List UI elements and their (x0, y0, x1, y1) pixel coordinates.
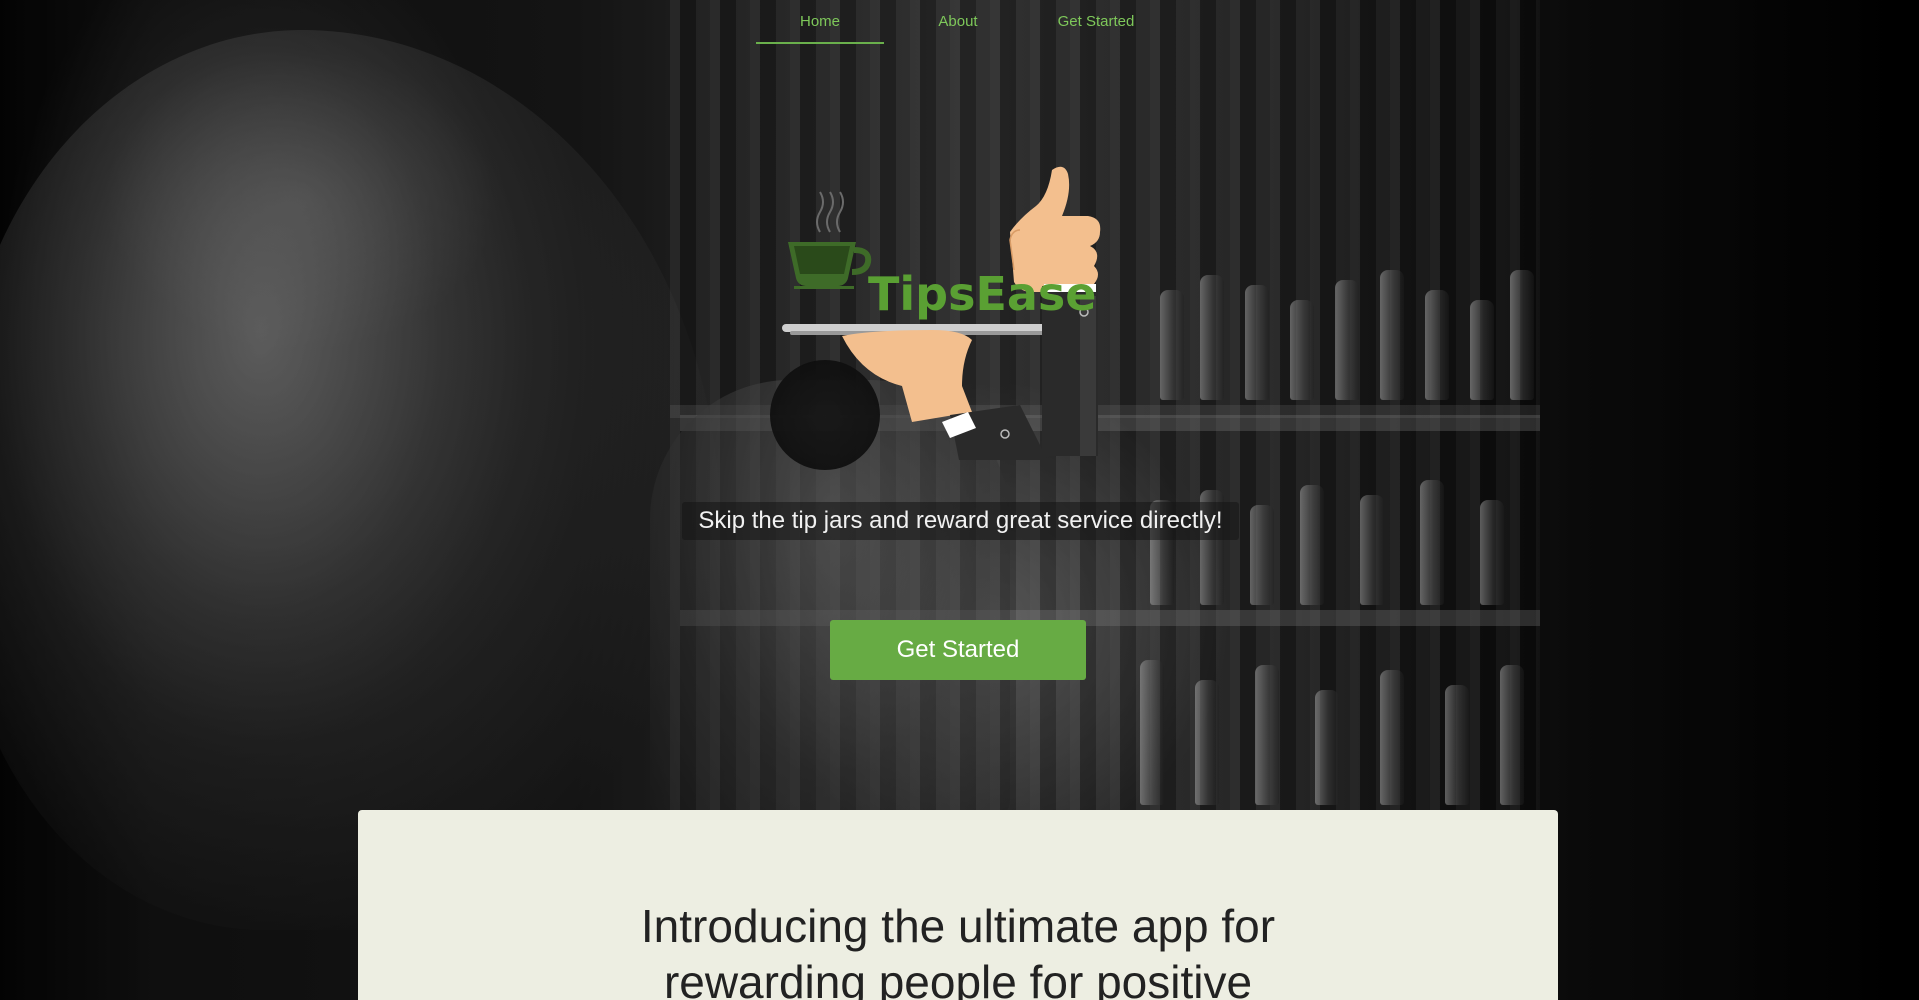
nav-item-home[interactable]: Home (756, 0, 884, 44)
nav-item-get-started[interactable]: Get Started (1032, 0, 1160, 44)
nav-items: Home About Get Started (751, 0, 1165, 48)
hero-tagline: Skip the tip jars and reward great servi… (682, 502, 1239, 540)
coffee-cup-icon (788, 242, 872, 289)
landing-page: Home About Get Started TipsEase Skip the… (0, 0, 1919, 1000)
waiter-tray-thumbs-up-icon: TipsEase (782, 166, 1101, 465)
intro-heading-line-1: Introducing the ultimate app for (640, 900, 1276, 952)
nav-item-about[interactable]: About (894, 0, 1022, 44)
intro-heading: Introducing the ultimate app for rewardi… (358, 898, 1558, 1000)
top-nav: Home About Get Started (0, 0, 1919, 48)
get-started-button[interactable]: Get Started (830, 620, 1086, 680)
logo-wordmark: TipsEase (868, 267, 1097, 321)
intro-card: Introducing the ultimate app for rewardi… (358, 810, 1558, 1000)
tipsease-logo: TipsEase (780, 160, 1140, 465)
intro-heading-line-2: rewarding people for positive (663, 956, 1253, 1000)
hero-tagline-wrap: Skip the tip jars and reward great servi… (0, 502, 1919, 540)
